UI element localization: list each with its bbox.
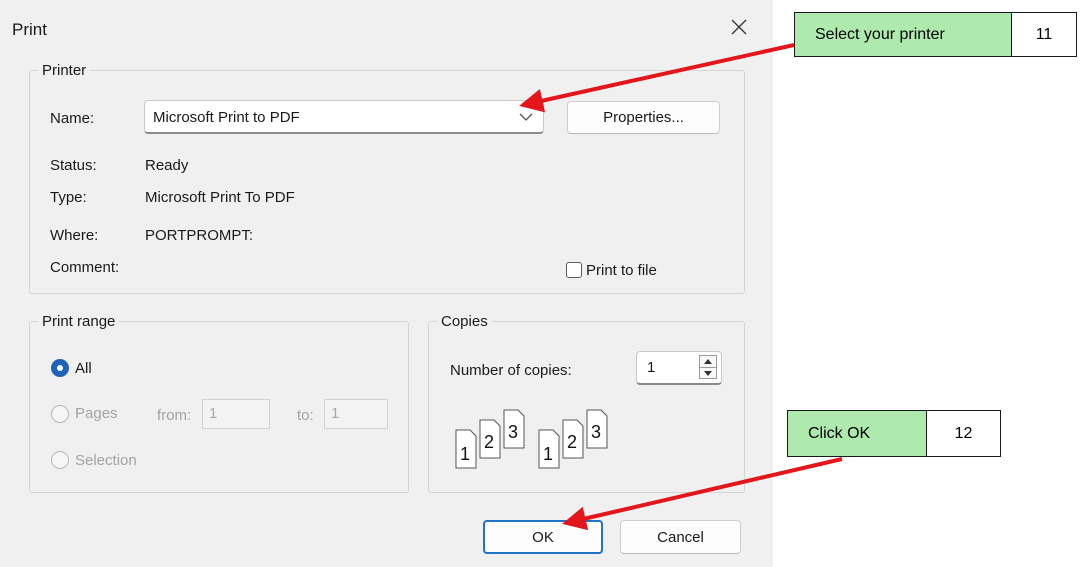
all-radio-label[interactable]: All — [75, 360, 92, 377]
spin-up-icon[interactable] — [700, 356, 716, 367]
printer-group: Printer — [29, 62, 745, 294]
pages-radio-label[interactable]: Pages — [75, 405, 118, 422]
collate-page-3: 3 — [508, 422, 518, 442]
close-icon — [731, 19, 747, 35]
print-range-legend: Print range — [42, 313, 116, 330]
selection-radio[interactable] — [51, 451, 69, 469]
status-value: Ready — [145, 157, 189, 174]
close-button[interactable] — [722, 10, 756, 44]
printer-name-value: Microsoft Print to PDF — [153, 109, 300, 126]
name-label: Name: — [50, 110, 95, 127]
type-value: Microsoft Print To PDF — [145, 189, 295, 206]
copies-value: 1 — [647, 359, 656, 376]
printer-name-select[interactable]: Microsoft Print to PDF — [144, 100, 544, 134]
spin-down-icon[interactable] — [700, 368, 716, 379]
properties-button[interactable]: Properties... — [567, 101, 720, 134]
from-input[interactable]: 1 — [202, 399, 270, 429]
step-number-12-text: 12 — [954, 424, 973, 442]
step-number-12: 12 — [926, 410, 1001, 457]
step-number-11-text: 11 — [1035, 25, 1053, 43]
callout-click-ok-text: Click OK — [808, 424, 871, 442]
status-label: Status: — [50, 157, 97, 174]
spin-arrows[interactable] — [699, 355, 717, 379]
to-label: to: — [297, 407, 314, 424]
all-radio[interactable] — [51, 359, 69, 377]
copies-legend: Copies — [441, 313, 488, 330]
print-to-file-label[interactable]: Print to file — [586, 262, 657, 279]
collate-icon: 3 2 1 — [455, 409, 525, 469]
collate-page-2: 2 — [567, 432, 577, 452]
collate-page-1: 1 — [543, 444, 553, 464]
printer-group-legend: Printer — [42, 62, 87, 79]
callout-select-printer-text: Select your printer — [815, 25, 945, 43]
copies-spinner[interactable]: 1 — [636, 351, 722, 385]
collate-page-2: 2 — [484, 432, 494, 452]
where-value: PORTPROMPT: — [145, 227, 254, 244]
from-value: 1 — [209, 405, 218, 422]
chevron-down-icon — [519, 113, 533, 121]
to-input[interactable]: 1 — [324, 399, 388, 429]
type-label: Type: — [50, 189, 87, 206]
selection-radio-label[interactable]: Selection — [75, 452, 137, 469]
collate-icon: 3 2 1 — [538, 409, 608, 469]
cancel-button[interactable]: Cancel — [620, 520, 741, 554]
callout-click-ok: Click OK — [787, 410, 927, 457]
number-of-copies-label: Number of copies: — [450, 362, 572, 379]
from-label: from: — [157, 407, 192, 424]
comment-label: Comment: — [50, 259, 120, 276]
ok-button[interactable]: OK — [483, 520, 603, 554]
dialog-title: Print — [12, 20, 47, 39]
callout-select-printer: Select your printer — [794, 12, 1012, 57]
print-dialog: Print Printer Name: Microsoft Print to P… — [0, 0, 773, 567]
print-to-file-checkbox[interactable] — [566, 262, 582, 278]
to-value: 1 — [331, 405, 340, 422]
where-label: Where: — [50, 227, 99, 244]
collate-page-1: 1 — [460, 444, 470, 464]
step-number-11: 11 — [1011, 12, 1077, 57]
collate-page-3: 3 — [591, 422, 601, 442]
pages-radio[interactable] — [51, 405, 69, 423]
